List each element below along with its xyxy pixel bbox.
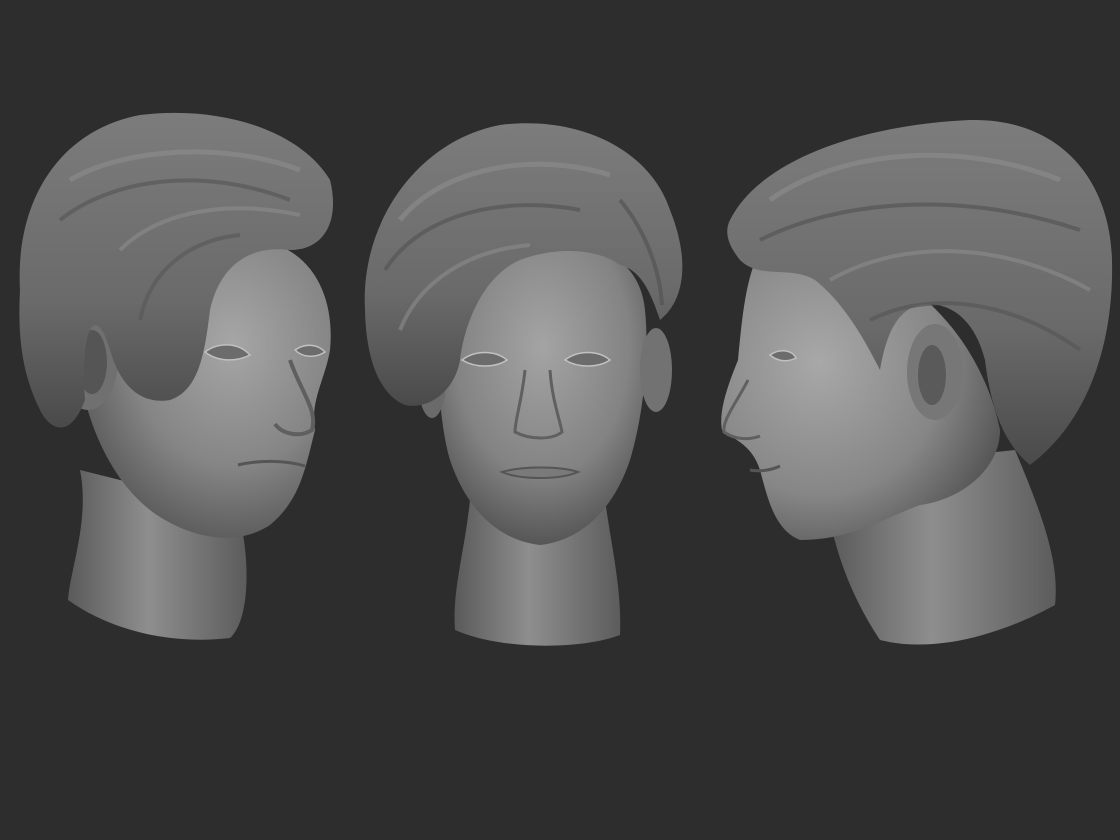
head-front-view: [364, 123, 683, 646]
viewport: [0, 0, 1120, 840]
ear-inner-side: [918, 345, 946, 405]
head-three-quarter-view: [19, 112, 334, 640]
head-side-profile-view: [721, 119, 1113, 645]
ear-right-front: [640, 328, 672, 412]
render-canvas: [19, 112, 1113, 646]
mouth-front: [499, 466, 581, 479]
